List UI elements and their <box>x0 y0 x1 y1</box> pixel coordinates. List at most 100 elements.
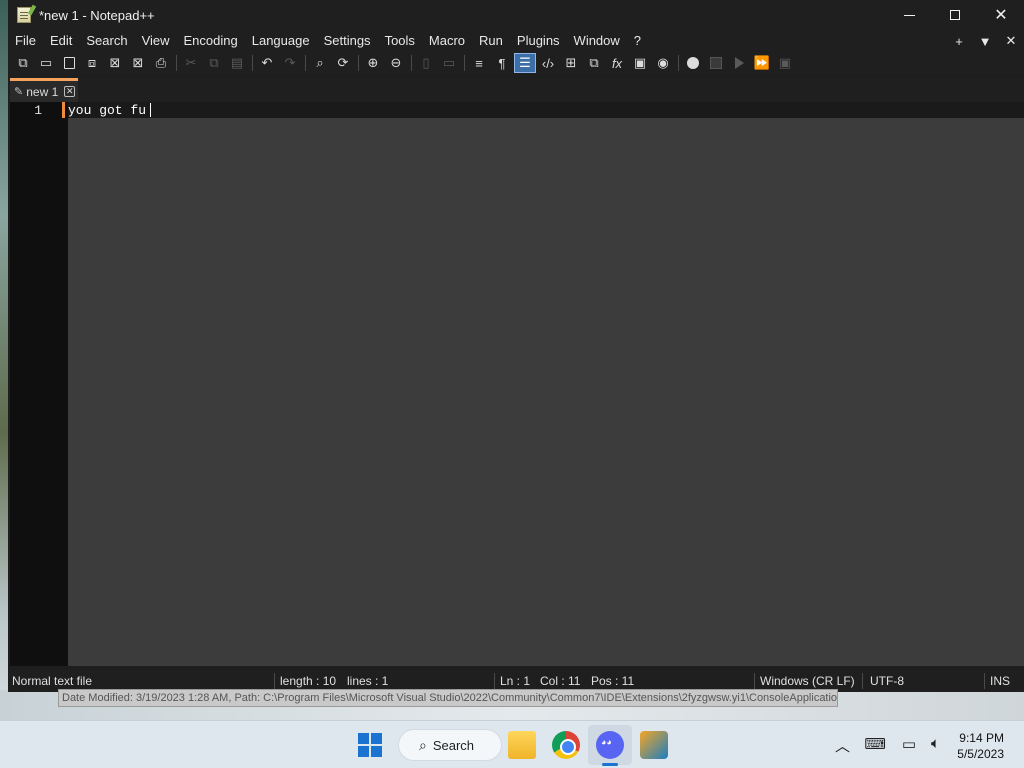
close-document-button[interactable]: ✕ <box>998 33 1024 49</box>
menu-settings[interactable]: Settings <box>317 30 378 52</box>
undo-icon[interactable]: ↶ <box>256 53 278 73</box>
menu-edit[interactable]: Edit <box>43 30 79 52</box>
playback-icon[interactable] <box>728 53 750 73</box>
menu-file[interactable]: File <box>8 30 43 52</box>
menu-plugins[interactable]: Plugins <box>510 30 567 52</box>
window-controls: ✕ <box>886 0 1024 30</box>
menu-window[interactable]: Window <box>567 30 627 52</box>
save-all-icon[interactable]: ⧈ <box>81 53 103 73</box>
menu-language[interactable]: Language <box>245 30 317 52</box>
menu-view[interactable]: View <box>135 30 177 52</box>
taskbar: ⌕ Search ︿ ⌨ ▭ 🔈︎ 9:14 PM 5/5/2023 <box>0 720 1024 768</box>
toolbar-separator <box>464 55 465 71</box>
redo-icon[interactable]: ↷ <box>279 53 301 73</box>
line-number: 1 <box>34 103 42 118</box>
copy-icon[interactable]: ⧉ <box>203 53 225 73</box>
status-encoding[interactable]: UTF-8 <box>866 670 904 692</box>
show-hidden-icons-chevron-icon[interactable]: ︿ <box>835 735 850 756</box>
editor-area[interactable]: 1 you got fu <box>10 102 1024 666</box>
discord-icon[interactable] <box>596 731 624 759</box>
minimize-icon <box>903 14 915 16</box>
toolbar-separator <box>411 55 412 71</box>
folder-as-workspace-icon[interactable]: ▣ <box>629 53 651 73</box>
cut-icon[interactable]: ✂ <box>180 53 202 73</box>
close-icon[interactable]: ⊠ <box>104 53 126 73</box>
menu-help[interactable]: ? <box>627 30 648 52</box>
toolbar-separator <box>176 55 177 71</box>
status-separator <box>494 673 495 689</box>
tab-bar: ✎ new 1 ✕ <box>8 78 1024 102</box>
replace-icon[interactable]: ⟳ <box>332 53 354 73</box>
xml-tag-icon[interactable]: ‹/› <box>537 53 559 73</box>
add-tab-button[interactable]: + <box>946 34 972 49</box>
find-icon[interactable]: ⌕ <box>309 53 331 73</box>
save-macro-icon[interactable]: ▣ <box>774 53 796 73</box>
close-icon: ✕ <box>994 7 1008 24</box>
run-macro-multiple-icon[interactable]: ⏩ <box>751 53 773 73</box>
toolbar-separator <box>358 55 359 71</box>
title-bar[interactable]: *new 1 - Notepad++ ✕ <box>8 0 1024 30</box>
zoom-out-icon[interactable]: ⊖ <box>385 53 407 73</box>
notepadpp-app-icon[interactable] <box>17 7 31 23</box>
sync-vertical-icon[interactable]: ▯ <box>415 53 437 73</box>
sync-horizontal-icon[interactable]: ▭ <box>438 53 460 73</box>
chrome-icon[interactable] <box>552 731 580 759</box>
tab-close-icon[interactable]: ✕ <box>64 86 76 97</box>
function-list-icon[interactable]: fx <box>606 53 628 73</box>
network-icon[interactable]: ▭ <box>902 735 916 753</box>
keyboard-icon[interactable]: ⌨ <box>864 735 886 753</box>
toolbar-separator <box>305 55 306 71</box>
document-list-icon[interactable]: ⧉ <box>583 53 605 73</box>
status-separator <box>754 673 755 689</box>
taskbar-search-button[interactable]: ⌕ Search <box>398 729 502 761</box>
document-map-icon[interactable]: ⊞ <box>560 53 582 73</box>
word-wrap-icon[interactable]: ≡ <box>468 53 490 73</box>
active-app-indicator <box>602 763 618 766</box>
save-icon[interactable] <box>58 53 80 73</box>
start-button[interactable] <box>358 733 382 757</box>
print-icon[interactable]: ⎙ <box>150 53 172 73</box>
search-icon: ⌕ <box>419 736 427 753</box>
current-line-highlight <box>68 102 1024 118</box>
new-file-icon[interactable]: ⧉ <box>12 53 34 73</box>
open-file-icon[interactable]: ▭ <box>35 53 57 73</box>
windows-logo-icon <box>358 733 369 744</box>
editor-line-text[interactable]: you got fu <box>68 103 146 118</box>
tab-list-dropdown-button[interactable]: ▼ <box>972 34 998 49</box>
toolbar-separator <box>252 55 253 71</box>
paste-icon[interactable]: ▤ <box>226 53 248 73</box>
file-explorer-icon[interactable] <box>508 731 536 759</box>
visual-studio-installer-icon[interactable] <box>640 731 668 759</box>
status-insert-mode[interactable]: INS <box>986 670 1010 692</box>
menu-right-controls: + ▼ ✕ <box>946 30 1024 52</box>
minimize-button[interactable] <box>886 0 932 30</box>
tab-new-1[interactable]: ✎ new 1 ✕ <box>10 78 78 102</box>
maximize-icon <box>950 10 960 20</box>
taskbar-clock[interactable]: 9:14 PM 5/5/2023 <box>957 730 1004 762</box>
clock-date: 5/5/2023 <box>957 747 1004 761</box>
record-macro-icon[interactable] <box>682 53 704 73</box>
menu-run[interactable]: Run <box>472 30 510 52</box>
notepadpp-window: *new 1 - Notepad++ ✕ File Edit Search Vi… <box>8 0 1024 692</box>
volume-icon[interactable]: 🔈︎ <box>931 735 940 752</box>
change-history-marker <box>62 102 65 118</box>
stop-recording-icon[interactable] <box>705 53 727 73</box>
close-all-icon[interactable]: ⊠ <box>127 53 149 73</box>
menu-bar: File Edit Search View Encoding Language … <box>8 30 1024 52</box>
taskbar-search-label: Search <box>432 737 475 753</box>
monitoring-icon[interactable]: ◉ <box>652 53 674 73</box>
modified-pencil-icon: ✎ <box>14 86 24 98</box>
status-separator <box>274 673 275 689</box>
show-all-chars-icon[interactable]: ¶ <box>491 53 513 73</box>
menu-macro[interactable]: Macro <box>422 30 472 52</box>
menu-encoding[interactable]: Encoding <box>177 30 245 52</box>
file-tooltip: Date Modified: 3/19/2023 1:28 AM, Path: … <box>58 689 838 707</box>
indent-guide-icon[interactable]: ☰ <box>514 53 536 73</box>
menu-search[interactable]: Search <box>79 30 134 52</box>
clock-time: 9:14 PM <box>959 731 1004 745</box>
zoom-in-icon[interactable]: ⊕ <box>362 53 384 73</box>
maximize-button[interactable] <box>932 0 978 30</box>
menu-tools[interactable]: Tools <box>378 30 422 52</box>
status-separator <box>862 673 863 689</box>
close-button[interactable]: ✕ <box>978 0 1024 30</box>
